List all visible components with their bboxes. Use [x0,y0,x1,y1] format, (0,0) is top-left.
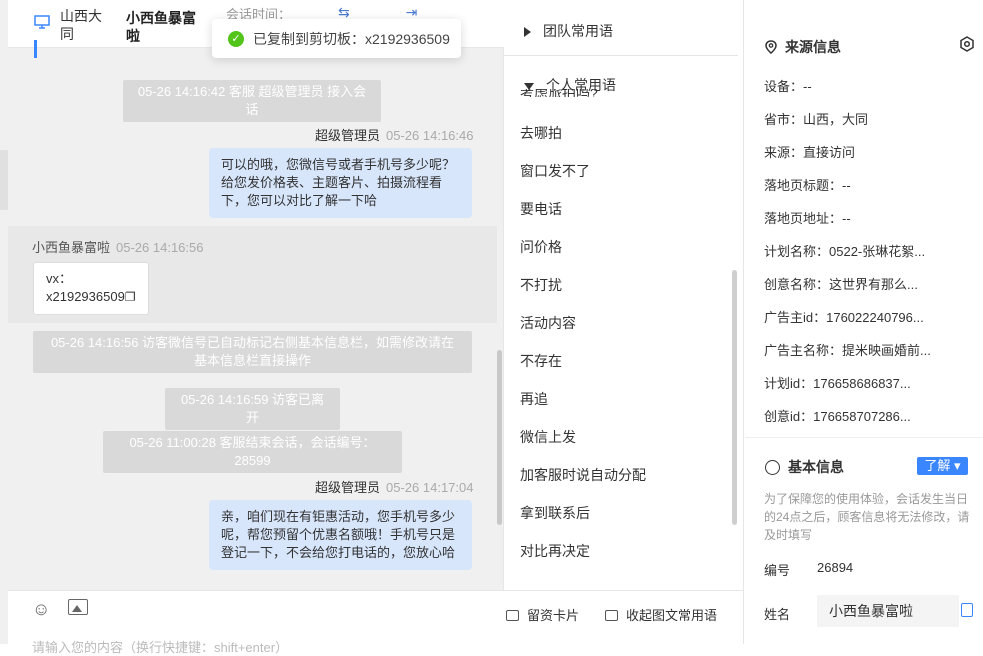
basic-info-title-text: 基本信息 [788,459,844,475]
check-circle-icon: ✓ [228,30,244,47]
phrases-scrollbar[interactable] [732,270,737,525]
name-field[interactable] [817,595,959,627]
monitor-icon [34,15,50,29]
info-row-plan-id: 计划id：176658686837... [764,376,911,391]
info-row-creative-name: 创意名称：这世界有那么... [764,277,918,292]
phrase-item[interactable]: 微信上发 [520,427,576,447]
user-icon [765,460,780,475]
caret-down-icon: ▾ [950,458,961,473]
lead-card-button[interactable]: 留资卡片 [506,605,579,624]
info-row-creative-id: 创意id：176658707286... [764,409,911,424]
info-row-plan-name: 计划名称：0522-张琳花絮... [764,244,926,259]
source-info-title-text: 来源信息 [785,39,841,55]
info-row-landing-url: 落地页地址：-- [764,211,851,226]
group-team[interactable]: 团队常用语 [524,21,613,41]
agent-message: 可以的哦，您微信号或者手机号多少呢？给您发价格表、主题客片、拍摄流程看下，您可以… [209,148,472,218]
code-value: 26894 [817,560,854,575]
phrase-item[interactable]: 要电话 [520,199,562,219]
chat-panel: 山西大同 小西鱼暴富啦 会话时间： ⇆ ⇥ ✓ 已复制到剪切板：x2192936… [0,0,504,655]
phrase-item[interactable]: 问价格 [520,237,562,257]
visitor-sender: 小西鱼暴富啦 05-26 14:16:56 [32,237,203,256]
group-team-label: 团队常用语 [543,23,613,39]
agent-name: 超级管理员 05-26 14:17:04 [315,477,473,496]
phrase-item[interactable]: 窗口发不了 [520,161,590,181]
source-info-title: 来源信息 [765,37,841,57]
message-input[interactable]: 请输入您的内容（换行快捷键：shift+enter） [32,637,288,656]
system-message: 05-26 11:00:28 客服结束会话，会话编号：28599 [103,431,402,473]
panel-edge [0,150,8,210]
toast-text: 已复制到剪切板：x2192936509 [253,30,450,47]
learn-more-button[interactable]: 了解 ▾ [917,457,968,475]
divider [504,55,738,56]
visitor-sender-name: 小西鱼暴富啦 [32,240,111,255]
learn-more-label: 了解 [924,458,951,473]
divider [745,437,983,438]
info-notice: 为了保障您的使用体验，会话发生当日的24点之后，顾客信息将无法修改，请及时填写 [764,492,970,542]
agent-message: 亲，咱们现在有钜惠活动，您手机号多少呢，帮您预留个优惠名额哦！手机号只是登记一下… [209,500,472,570]
agent-name: 超级管理员 05-26 14:16:46 [315,125,473,144]
phrase-item[interactable]: 拿到联系后 [520,503,590,523]
lead-card-label: 留资卡片 [527,608,580,623]
phrase-item[interactable]: 考虑旅拍吗? [520,89,598,97]
emoji-icon[interactable]: ☺ [32,599,50,620]
phrase-item[interactable]: 对比再决定 [520,541,590,561]
header-accent [34,40,37,58]
phrase-item[interactable]: 活动内容 [520,313,576,333]
phrase-item[interactable]: 加客服时说自动分配 [520,465,646,485]
info-row-device: 设备：-- [764,79,812,94]
visitor-name: 小西鱼暴富啦 [126,10,196,44]
message-time: 05-26 14:16:46 [386,128,474,143]
visitor-message-block: 小西鱼暴富啦 05-26 14:16:56 vx：x2192936509❐ [8,226,497,323]
copy-toast: ✓ 已复制到剪切板：x2192936509 [212,19,461,58]
phrase-item[interactable]: 再追 [520,389,548,409]
system-message: 05-26 14:16:56 访客微信号已自动标记右侧基本信息栏，如需修改请在基… [33,331,472,373]
phrases-panel: 团队常用语 个人常用语 考虑旅拍吗? 去哪拍 窗口发不了 要电话 问价格 不打扰… [504,0,744,644]
input-area: ☺ 请输入您的内容（换行快捷键：shift+enter） [8,590,504,655]
visitor-location: 山西大同 [60,8,102,42]
phrase-item[interactable]: 不存在 [520,351,562,371]
info-row-advertiser-name: 广告主名称：提米映画婚前... [764,343,931,358]
info-row-advertiser-id: 广告主id：176022240796... [764,310,924,325]
code-label: 编号 [764,563,791,578]
info-row-province: 省市：山西，大同 [764,112,869,127]
collapse-phrases-label: 收起图文常用语 [626,608,718,623]
name-label: 姓名 [764,607,791,622]
basic-info-title: 基本信息 [765,457,844,477]
system-message: 05-26 14:16:59 访客已离开 [165,388,340,430]
phrase-item[interactable]: 不打扰 [520,275,562,295]
caret-right-icon [524,27,531,38]
message-time: 05-26 14:16:56 [116,240,204,255]
phrase-item[interactable]: 去哪拍 [520,123,562,143]
system-message: 05-26 14:16:42 客服 超级管理员 接入会话 [123,80,381,122]
gear-icon[interactable] [959,36,975,52]
info-panel: 来源信息 设备：-- 省市：山西，大同 来源：直接访问 落地页标题：-- 落地页… [745,0,983,644]
agent-name-text: 超级管理员 [315,480,381,495]
transfer-icon[interactable]: ⇆ [338,4,350,20]
visitor-message-text: vx：x2192936509 [46,271,125,304]
agent-name-text: 超级管理员 [315,128,381,143]
message-icon [605,610,618,621]
info-row-landing-title: 落地页标题：-- [764,178,851,193]
info-row-source: 来源：直接访问 [764,145,856,160]
phrases-footer: 留资卡片 收起图文常用语 [504,590,744,644]
collapse-phrases-button[interactable]: 收起图文常用语 [605,605,717,624]
chat-scrollbar[interactable] [497,350,502,525]
message-time: 05-26 14:17:04 [386,480,474,495]
exit-icon[interactable]: ⇥ [406,4,418,20]
image-icon[interactable] [68,599,88,615]
copy-icon[interactable]: ❐ [125,290,136,304]
visitor-message[interactable]: vx：x2192936509❐ [33,262,149,315]
copy-icon[interactable] [961,603,973,617]
location-pin-icon [765,40,777,54]
card-icon [506,610,519,621]
